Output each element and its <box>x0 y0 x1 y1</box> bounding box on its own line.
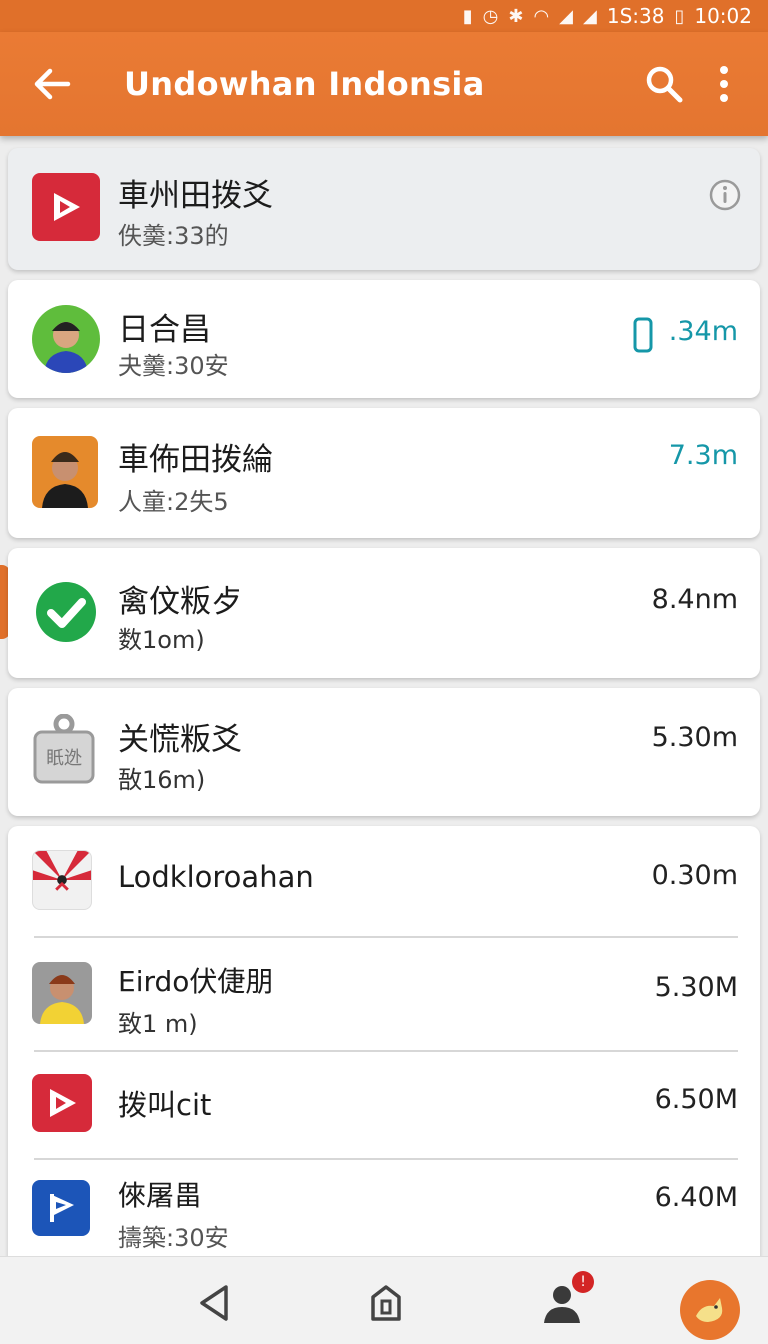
item-title: 車州田拨爻 <box>118 178 273 214</box>
system-nav-bar: ! <box>0 1256 768 1344</box>
nav-profile-button[interactable]: ! <box>534 1271 594 1331</box>
item-subtitle: 数1om) <box>118 626 205 654</box>
bird-icon <box>696 1298 723 1322</box>
item-value: 0.30m <box>651 860 738 891</box>
list-item[interactable]: Eirdo伏倢朋 致1 m) 5.30M <box>8 938 760 1052</box>
item-value: .34m <box>668 316 738 347</box>
list-item[interactable]: 車佈田拨綸 人童:2失5 7.3m <box>8 408 760 538</box>
wifi-icon: ◠ <box>533 5 550 27</box>
person-avatar <box>32 962 92 1024</box>
item-subtitle: 夬羹:30安 <box>118 352 229 380</box>
vibrate-icon: ▮ <box>462 5 473 27</box>
info-icon[interactable] <box>708 178 742 212</box>
item-title: Eirdo伏倢朋 <box>118 965 274 998</box>
play-icon <box>32 173 100 241</box>
notification-badge: ! <box>572 1271 594 1293</box>
more-vert-icon <box>720 66 728 102</box>
item-subtitle: 敔16m) <box>118 766 206 794</box>
play-icon <box>32 1074 92 1132</box>
back-button[interactable] <box>0 32 104 136</box>
item-value: 5.30m <box>651 722 738 753</box>
item-value: 8.4nm <box>651 584 738 615</box>
list-item[interactable]: 拨叫cit 6.50M <box>8 1052 760 1160</box>
item-subtitle: 擣築:30安 <box>118 1224 229 1252</box>
status-bar: ▮ ◷ ✱ ◠ ◢ ◢ 1S:38 ▯ 10:02 <box>0 0 768 32</box>
nav-home-button[interactable] <box>358 1275 414 1331</box>
triangle-back-icon <box>200 1285 228 1321</box>
item-title: 車佈田拨綸 <box>118 442 273 478</box>
arrow-back-icon <box>34 68 71 100</box>
status-time-right: 10:02 <box>694 4 752 28</box>
page-title: Undowhan Indonsia <box>124 65 485 103</box>
phone-icon <box>633 317 653 353</box>
list-item[interactable]: 車州田拨爻 佚羮:33的 <box>8 148 760 270</box>
item-subtitle: 人童:2失5 <box>118 488 229 516</box>
item-title: 倈屠畕 <box>118 1179 203 1212</box>
floating-action-button[interactable] <box>680 1280 740 1340</box>
app-icon <box>32 850 92 910</box>
home-icon <box>371 1285 401 1321</box>
list-item[interactable]: 眂迯 关慌粄爻 敔16m) 5.30m <box>8 688 760 816</box>
item-title: 日合昌 <box>118 312 211 348</box>
list-item[interactable]: Lodkloroahan 0.30m <box>8 826 760 938</box>
lock-icon: 眂迯 <box>32 714 96 786</box>
check-icon <box>32 578 100 646</box>
flag-icon <box>32 1180 90 1236</box>
signal-icon: ◢ <box>559 5 573 27</box>
item-value: 6.50M <box>654 1084 738 1115</box>
item-title: 禽伩粄歺 <box>118 584 242 620</box>
item-title: 关慌粄爻 <box>118 722 242 758</box>
search-icon <box>646 66 683 103</box>
list-item[interactable]: 禽伩粄歺 数1om) 8.4nm <box>8 548 760 678</box>
status-time-left: 1S:38 <box>606 4 665 28</box>
lock-icon-label: 眂迯 <box>46 748 82 769</box>
more-options-button[interactable] <box>694 32 754 136</box>
item-value: 7.3m <box>668 440 738 471</box>
alarm-icon: ◷ <box>482 5 499 27</box>
search-button[interactable] <box>634 32 694 136</box>
item-title: Lodkloroahan <box>118 860 314 894</box>
nav-back-button[interactable] <box>186 1275 242 1331</box>
bluetooth-icon: ✱ <box>508 5 524 27</box>
item-value: 5.30M <box>654 972 738 1003</box>
app-bar: Undowhan Indonsia <box>0 32 768 136</box>
item-subtitle: 致1 m) <box>118 1010 198 1038</box>
list-item[interactable]: 日合昌 夬羹:30安 .34m <box>8 280 760 398</box>
grouped-list: Lodkloroahan 0.30m Eirdo伏倢朋 致1 m) 5.30M … <box>8 826 760 1266</box>
signal2-icon: ◢ <box>583 5 597 27</box>
item-value: 6.40M <box>654 1182 738 1213</box>
list-item[interactable]: 倈屠畕 擣築:30安 6.40M <box>8 1160 760 1266</box>
battery-icon: ▯ <box>674 5 685 27</box>
person-avatar <box>32 436 98 508</box>
item-subtitle: 佚羮:33的 <box>118 222 229 250</box>
person-avatar <box>32 305 100 373</box>
item-title: 拨叫cit <box>118 1088 212 1122</box>
